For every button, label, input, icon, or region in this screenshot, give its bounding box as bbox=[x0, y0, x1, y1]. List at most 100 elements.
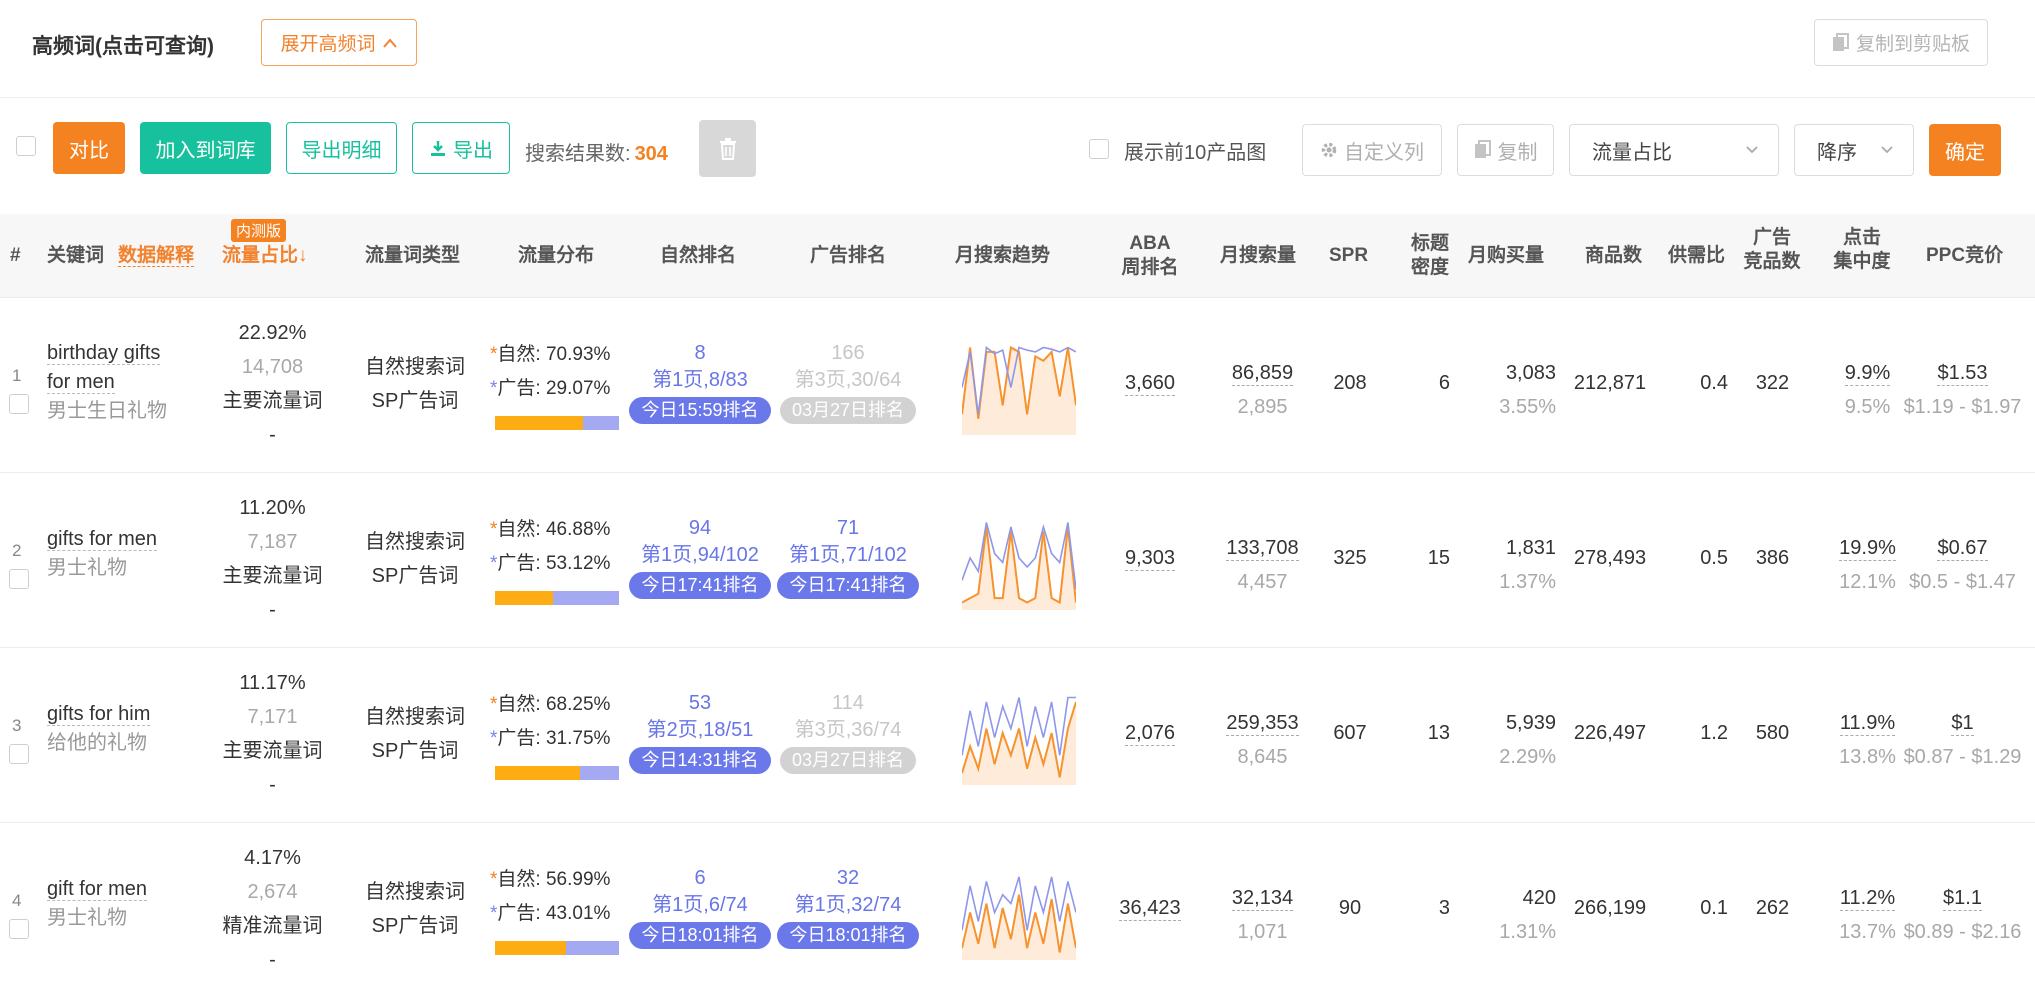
delete-button[interactable] bbox=[699, 120, 756, 177]
row-index: 2 bbox=[12, 541, 22, 560]
traffic-share-dash: - bbox=[269, 424, 276, 446]
monthly-buy-cell: 1,831 1.37% bbox=[1470, 531, 1556, 599]
monthly-trend-chart[interactable] bbox=[962, 515, 1076, 610]
row-checkbox[interactable] bbox=[9, 744, 29, 764]
col-index: # bbox=[10, 245, 21, 266]
ad-pct: 43.01% bbox=[545, 903, 611, 924]
click-concentration-value[interactable]: 11.2% bbox=[1839, 887, 1896, 911]
copy-button[interactable]: 复制 bbox=[1457, 124, 1554, 176]
sort-order-select[interactable]: 降序 bbox=[1794, 124, 1914, 176]
natural-label: 自然: bbox=[497, 519, 541, 540]
traffic-type-sp: SP广告词 bbox=[371, 565, 459, 587]
traffic-type-sp: SP广告词 bbox=[371, 740, 459, 762]
natural-pct: 68.25% bbox=[545, 694, 611, 715]
ppc-value[interactable]: $1.1 bbox=[1943, 887, 1982, 911]
aba-rank-cell: 9,303 bbox=[1110, 547, 1190, 571]
copy-to-clipboard-button[interactable]: 复制到剪贴板 bbox=[1814, 19, 1988, 66]
natural-rank-page: 第2页,18/51 bbox=[646, 719, 754, 741]
monthly-trend-chart[interactable] bbox=[962, 865, 1076, 960]
ad-pct: 53.12% bbox=[545, 553, 611, 574]
aba-rank-value[interactable]: 9,303 bbox=[1124, 547, 1176, 571]
export-button[interactable]: 导出 bbox=[412, 122, 510, 174]
traffic-share-value: 4.17% bbox=[244, 847, 301, 869]
keyword-en-line2[interactable]: for men bbox=[47, 371, 115, 394]
row-index: 1 bbox=[12, 366, 22, 385]
keyword-cell: gift for men 男士礼物 bbox=[47, 875, 148, 933]
monthly-search-cell: 133,708 4,457 bbox=[1210, 531, 1315, 599]
monthly-search-value[interactable]: 259,353 bbox=[1226, 712, 1299, 736]
traffic-type-natural: 自然搜索词 bbox=[365, 356, 465, 378]
aba-rank-value[interactable]: 36,423 bbox=[1119, 897, 1181, 921]
show-top10-checkbox[interactable] bbox=[1089, 139, 1109, 159]
ppc-value[interactable]: $1 bbox=[1951, 712, 1974, 736]
ad-share-fill bbox=[579, 766, 619, 780]
click-concentration-value[interactable]: 9.9% bbox=[1844, 362, 1891, 386]
spr-value: 325 bbox=[1333, 547, 1367, 569]
click-concentration-value[interactable]: 11.9% bbox=[1839, 712, 1896, 736]
add-to-library-button[interactable]: 加入到词库 bbox=[140, 122, 271, 174]
natural-rank-cell[interactable]: 6 第1页,6/74 今日18:01排名 bbox=[620, 865, 780, 949]
keyword-en[interactable]: birthday gifts bbox=[47, 342, 161, 365]
ppc-value[interactable]: $1.53 bbox=[1937, 362, 1988, 386]
traffic-type-sp: SP广告词 bbox=[371, 915, 459, 937]
export-detail-button[interactable]: 导出明细 bbox=[286, 122, 397, 174]
monthly-trend-chart[interactable] bbox=[962, 340, 1076, 435]
monthly-search-sub: 4,457 bbox=[1237, 571, 1288, 593]
col-traffic-share[interactable]: 流量占比↓ bbox=[222, 244, 308, 268]
col-aba-rank: ABA 周排名 bbox=[1121, 233, 1179, 278]
table-header: # 关键词 数据解释 流量占比↓ 流量词类型 流量分布 自然排名 广告排名 月搜… bbox=[0, 214, 2035, 298]
keyword-cell: gifts for him 给他的礼物 bbox=[47, 700, 151, 758]
col-products: 商品数 bbox=[1585, 245, 1643, 266]
traffic-type-natural: 自然搜索词 bbox=[365, 531, 465, 553]
natural-rank-page: 第1页,8/83 bbox=[652, 369, 748, 391]
confirm-button[interactable]: 确定 bbox=[1929, 124, 2001, 176]
monthly-search-value[interactable]: 133,708 bbox=[1226, 537, 1299, 561]
col-supply-demand: 供需比 bbox=[1668, 245, 1726, 266]
row-checkbox[interactable] bbox=[9, 919, 29, 939]
ad-rank-cell[interactable]: 32 第1页,32/74 今日18:01排名 bbox=[768, 865, 928, 949]
monthly-search-value[interactable]: 32,134 bbox=[1231, 887, 1294, 911]
select-all-checkbox[interactable] bbox=[16, 136, 36, 156]
natural-share-fill bbox=[495, 591, 554, 605]
compare-button[interactable]: 对比 bbox=[53, 122, 125, 174]
ppc-value[interactable]: $0.67 bbox=[1937, 537, 1988, 561]
click-concentration-value[interactable]: 19.9% bbox=[1839, 537, 1896, 561]
ad-rank-cell[interactable]: 166 第3页,30/64 03月27日排名 bbox=[768, 340, 928, 424]
keyword-en[interactable]: gift for men bbox=[47, 878, 148, 901]
monthly-search-cell: 86,859 2,895 bbox=[1210, 356, 1315, 424]
keyword-en[interactable]: gifts for men bbox=[47, 528, 158, 551]
natural-pct: 70.93% bbox=[545, 344, 611, 365]
natural-rank-cell[interactable]: 8 第1页,8/83 今日15:59排名 bbox=[620, 340, 780, 424]
natural-share-fill bbox=[495, 766, 580, 780]
ppc-cell: $0.67 $0.5 - $1.47 bbox=[1890, 531, 2035, 599]
natural-rank-cell[interactable]: 94 第1页,94/102 今日17:41排名 bbox=[620, 515, 780, 599]
sort-field-select[interactable]: 流量占比 bbox=[1569, 124, 1779, 176]
traffic-share-type: 主要流量词 bbox=[222, 740, 323, 762]
ad-rank-time: 03月27日排名 bbox=[779, 747, 917, 774]
custom-columns-button[interactable]: 自定义列 bbox=[1302, 124, 1442, 176]
aba-rank-value[interactable]: 3,660 bbox=[1124, 372, 1176, 396]
keyword-cn: 男士礼物 bbox=[47, 557, 127, 579]
expand-high-frequency-button[interactable]: 展开高频词 bbox=[261, 19, 417, 66]
col-monthly-search: 月搜索量 bbox=[1220, 245, 1297, 266]
natural-rank-cell[interactable]: 53 第2页,18/51 今日14:31排名 bbox=[620, 690, 780, 774]
ad-rank-time: 今日17:41排名 bbox=[777, 572, 919, 599]
ad-rank-cell[interactable]: 114 第3页,36/74 03月27日排名 bbox=[768, 690, 928, 774]
col-monthly-buy: 月购买量 bbox=[1468, 245, 1545, 266]
ad-rank-cell[interactable]: 71 第1页,71/102 今日17:41排名 bbox=[768, 515, 928, 599]
title-density-value: 6 bbox=[1438, 372, 1450, 394]
traffic-dist-cell: *自然: 70.93% *广告: 29.07% bbox=[490, 344, 611, 399]
monthly-trend-chart[interactable] bbox=[962, 690, 1076, 785]
row-checkbox[interactable] bbox=[9, 394, 29, 414]
ad-rank-value: 71 bbox=[836, 517, 860, 539]
ad-competitors-value: 262 bbox=[1755, 897, 1790, 919]
natural-rank-value: 53 bbox=[688, 692, 712, 714]
row-checkbox[interactable] bbox=[9, 569, 29, 589]
data-explain-link[interactable]: 数据解释 bbox=[118, 244, 195, 268]
keyword-en[interactable]: gifts for him bbox=[47, 703, 151, 726]
monthly-search-value[interactable]: 86,859 bbox=[1231, 362, 1294, 386]
ad-rank-page: 第3页,36/74 bbox=[794, 719, 902, 741]
aba-rank-value[interactable]: 2,076 bbox=[1124, 722, 1176, 746]
ad-pct: 29.07% bbox=[545, 378, 611, 399]
traffic-share-cell: 22.92% 14,708 主要流量词 - bbox=[200, 316, 345, 452]
